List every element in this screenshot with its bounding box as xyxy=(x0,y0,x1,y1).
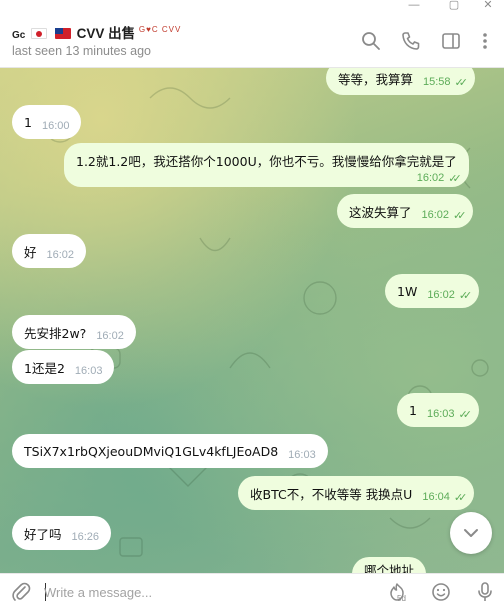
maximize-button[interactable]: ▢ xyxy=(440,0,468,14)
message-text: 哪个地址 xyxy=(364,562,415,574)
message-bubble[interactable]: 1还是2 16:03 xyxy=(12,350,115,384)
message-time: 16:02 xyxy=(96,330,124,342)
message-bubble[interactable]: 先安排2w? 16:02 xyxy=(12,315,136,349)
message-bubble[interactable]: 好了吗 16:26 xyxy=(12,516,112,550)
message-time: 16:00 xyxy=(41,120,70,132)
message-text: 先安排2w? xyxy=(24,325,87,341)
search-icon[interactable] xyxy=(360,30,382,52)
message-bubble[interactable]: 1 16:03 ✓✓ xyxy=(397,393,479,427)
message-time: 16:03 xyxy=(288,449,316,461)
message-text: 1W xyxy=(397,283,418,299)
message-time: 16:03 xyxy=(74,365,103,377)
message-text: 好 xyxy=(24,244,37,260)
microphone-icon[interactable] xyxy=(474,581,496,603)
window-titlebar: — ▢ ✕ xyxy=(0,0,504,14)
message-text: TSiX7x1rbQXjeouDMviQ1GLv4kfLJEoAD8 xyxy=(24,443,279,459)
more-icon[interactable] xyxy=(474,30,496,52)
message-time: 16:02 xyxy=(416,172,445,184)
message-text: 这波失算了 xyxy=(349,204,412,220)
message-bubble[interactable]: 哪个地址 xyxy=(352,557,427,574)
message-text: 1还是2 xyxy=(24,360,65,376)
chat-title[interactable]: Gc CVV 出售 G♥C CVV xyxy=(12,22,181,42)
message-bubble[interactable]: 好 16:02 xyxy=(12,234,87,268)
message-time: 16:26 xyxy=(71,531,100,543)
message-time: 16:04 xyxy=(422,491,450,503)
message-time: 15:58 xyxy=(423,76,451,88)
title-prefix: Gc xyxy=(12,30,26,41)
message-time: 16:03 xyxy=(426,408,455,420)
title-decoration: G♥C CVV xyxy=(138,25,182,34)
scroll-down-button[interactable] xyxy=(450,512,492,554)
message-input[interactable] xyxy=(44,580,344,604)
chat-header[interactable]: Gc CVV 出售 G♥C CVV last seen 13 minutes a… xyxy=(0,14,504,68)
message-text: 好了吗 xyxy=(24,526,62,542)
attach-icon[interactable] xyxy=(10,581,32,603)
minimize-button[interactable]: — xyxy=(400,0,428,14)
read-checkmarks-icon: ✓✓ xyxy=(453,490,468,504)
read-checkmarks-icon: ✓✓ xyxy=(454,75,469,89)
emoji-badge: 5d xyxy=(397,594,406,603)
chat-title-text: CVV 出售 xyxy=(76,26,136,41)
message-text: 等等，我算算 xyxy=(338,71,414,87)
taiwan-flag-icon xyxy=(54,28,71,39)
close-button[interactable]: ✕ xyxy=(474,0,502,14)
message-text: 1 xyxy=(24,114,32,130)
message-time: 16:02 xyxy=(427,289,455,301)
read-checkmarks-icon: ✓✓ xyxy=(453,208,467,222)
read-checkmarks-icon: ✓✓ xyxy=(458,288,473,302)
message-bubble[interactable]: 1 16:00 xyxy=(12,105,82,139)
read-checkmarks-icon: ✓✓ xyxy=(448,172,462,185)
read-checkmarks-icon: ✓✓ xyxy=(458,407,472,421)
japan-flag-icon xyxy=(31,28,48,39)
sidebar-toggle-icon[interactable] xyxy=(440,30,462,52)
message-text: 收BTC不，不收等等 我换点U xyxy=(250,486,413,502)
last-seen-status: last seen 13 minutes ago xyxy=(12,44,151,58)
message-time: 16:02 xyxy=(46,249,75,261)
message-text: 1 xyxy=(409,402,417,418)
message-bubble[interactable]: 收BTC不，不收等等 我换点U 16:04 ✓✓ xyxy=(238,476,475,510)
message-composer: 5d xyxy=(0,573,504,609)
message-bubble[interactable]: TSiX7x1rbQXjeouDMviQ1GLv4kfLJEoAD8 16:03 xyxy=(12,434,328,468)
message-bubble[interactable]: 1.2就1.2吧，我还搭你个1000U，你也不亏。我慢慢给你拿完就是了 16:0… xyxy=(64,143,469,187)
message-text: 1.2就1.2吧，我还搭你个1000U，你也不亏。我慢慢给你拿完就是了 xyxy=(76,153,457,169)
message-bubble[interactable]: 1W 16:02 ✓✓ xyxy=(385,274,480,308)
message-bubble[interactable]: 等等，我算算 15:58 ✓✓ xyxy=(326,68,475,95)
message-time: 16:02 xyxy=(421,209,450,221)
chevron-down-icon xyxy=(464,529,478,537)
chat-history[interactable]: 等等，我算算 15:58 ✓✓ 1 16:00 1.2就1.2吧，我还搭你个10… xyxy=(0,68,504,573)
emoji-icon[interactable] xyxy=(430,581,452,603)
message-bubble[interactable]: 这波失算了 16:02 ✓✓ xyxy=(337,194,474,228)
phone-icon[interactable] xyxy=(400,30,422,52)
